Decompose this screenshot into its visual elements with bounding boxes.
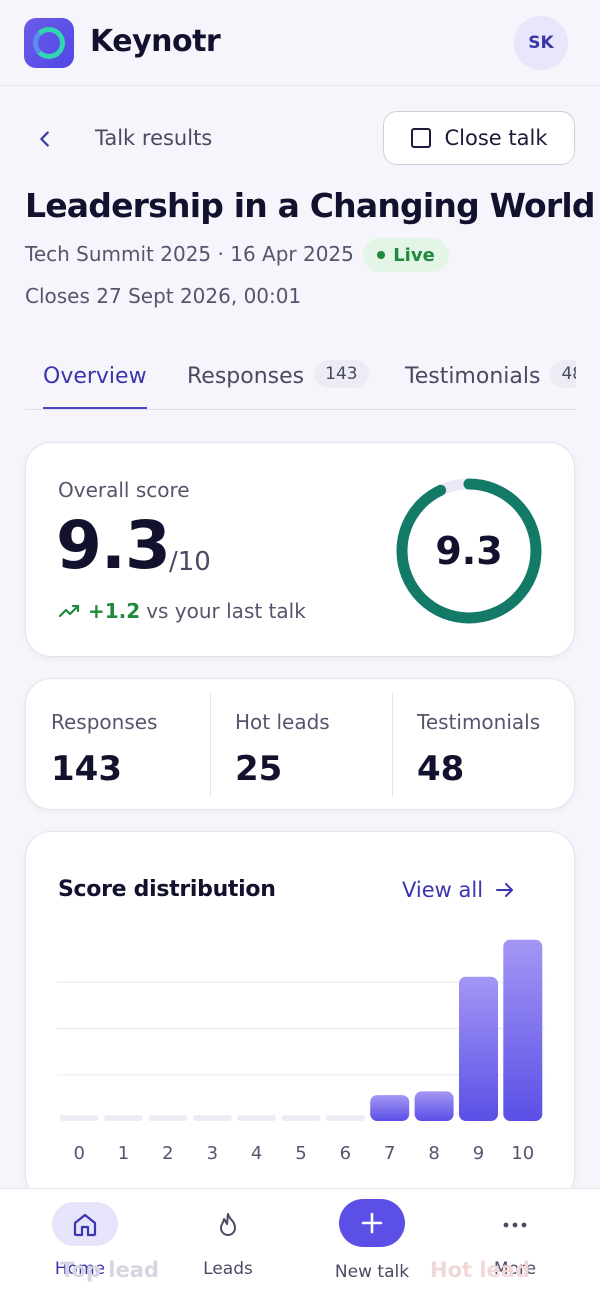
close-talk-label: Close talk (444, 126, 548, 150)
avatar[interactable]: SK (514, 16, 568, 70)
tab-testimonials-label: Testimonials (405, 364, 541, 389)
nav-leads-label: Leads (203, 1259, 253, 1279)
behind-nav-top-lead: Top lead (60, 1258, 159, 1282)
stat-hot-leads-label: Hot leads (235, 710, 330, 734)
stats-card: Responses 143 Hot leads 25 Testimonials … (25, 678, 575, 810)
tab-responses-count: 143 (314, 360, 369, 388)
bar-score-10[interactable] (503, 939, 543, 1121)
breadcrumb: Talk results (95, 126, 213, 150)
stat-divider (392, 693, 393, 797)
score-distribution-card: Score distribution View all 0 1 2 3 4 5 6 7 8 9 10 (25, 831, 575, 1201)
overall-score-card: Overall score 9.3 /10 +1.2 vs your last … (25, 442, 575, 657)
x-tick-label: 3 (207, 1143, 218, 1164)
app-logo[interactable] (24, 18, 74, 68)
score-value: 9.3 (56, 507, 171, 584)
tab-overview-label: Overview (43, 364, 147, 389)
live-dot-icon (377, 251, 386, 259)
x-tick-label: 0 (73, 1143, 84, 1164)
home-icon (73, 1213, 97, 1237)
x-tick-label: 1 (118, 1143, 129, 1164)
tab-testimonials-count: 48 (550, 360, 576, 388)
x-tick-label: 6 (340, 1143, 351, 1164)
score-trend: +1.2 vs your last talk (58, 599, 306, 623)
score-label: Overall score (58, 478, 190, 502)
bar-score-0[interactable] (59, 1115, 99, 1121)
status-label: Live (393, 244, 435, 266)
score-denominator: /10 (169, 547, 211, 577)
tab-bar: Overview Responses 143 Testimonials 48 (25, 350, 576, 410)
tab-overview[interactable]: Overview (43, 350, 147, 409)
trend-text: vs your last talk (146, 599, 306, 623)
checkbox-icon (410, 128, 431, 148)
x-tick-label: 7 (384, 1143, 395, 1164)
bar-score-6[interactable] (325, 1115, 365, 1121)
talk-meta: Tech Summit 2025 · 16 Apr 2025 (25, 242, 354, 266)
nav-leads[interactable]: Leads (168, 1189, 288, 1298)
flame-icon (220, 1213, 236, 1236)
stat-responses-value: 143 (51, 749, 122, 789)
stat-divider (210, 693, 211, 797)
stat-responses-label: Responses (51, 710, 158, 734)
page-title: Leadership in a Changing World (25, 186, 595, 225)
bar-score-7[interactable] (370, 1095, 410, 1121)
stat-testimonials-label: Testimonials (417, 710, 541, 734)
app-name: Keynotr (90, 24, 221, 59)
bar-score-8[interactable] (414, 1091, 454, 1121)
back-button[interactable] (34, 124, 58, 154)
logo-ring-icon (33, 27, 65, 59)
bar-score-9[interactable] (459, 976, 498, 1121)
tab-responses[interactable]: Responses 143 (187, 350, 369, 409)
trend-up-icon (58, 604, 80, 618)
tab-testimonials[interactable]: Testimonials 48 (405, 350, 576, 409)
stat-testimonials-value: 48 (417, 749, 465, 789)
close-talk-button[interactable]: Close talk (383, 111, 575, 165)
bar-score-1[interactable] (104, 1115, 143, 1121)
bar-score-5[interactable] (281, 1115, 321, 1121)
bar-score-4[interactable] (237, 1115, 277, 1121)
x-tick-label: 10 (511, 1143, 534, 1164)
chevron-left-icon (40, 131, 49, 147)
x-tick-label: 8 (428, 1143, 439, 1164)
tab-responses-label: Responses (187, 364, 305, 389)
bar-score-2[interactable] (148, 1115, 188, 1121)
score-distribution-chart: 0 1 2 3 4 5 6 7 8 9 10 (57, 939, 545, 1164)
app-bar: Keynotr SK (0, 0, 600, 86)
nav-new-talk-label: New talk (334, 1262, 410, 1282)
trend-delta: +1.2 (88, 599, 141, 623)
more-icon (503, 1222, 527, 1228)
stat-hot-leads-value: 25 (235, 749, 283, 789)
x-tick-label: 4 (251, 1143, 262, 1164)
behind-nav-hot-lead: Hot lead (430, 1258, 530, 1282)
x-tick-label: 9 (473, 1143, 484, 1164)
x-tick-label: 5 (295, 1143, 306, 1164)
closing-time: Closes 27 Sept 2026, 00:01 (25, 284, 302, 308)
bar-score-3[interactable] (192, 1115, 232, 1121)
gauge-value: 9.3 (435, 529, 503, 573)
nav-new-talk[interactable]: New talk (312, 1189, 432, 1298)
status-badge: Live (363, 238, 449, 272)
x-tick-label: 2 (162, 1143, 173, 1164)
